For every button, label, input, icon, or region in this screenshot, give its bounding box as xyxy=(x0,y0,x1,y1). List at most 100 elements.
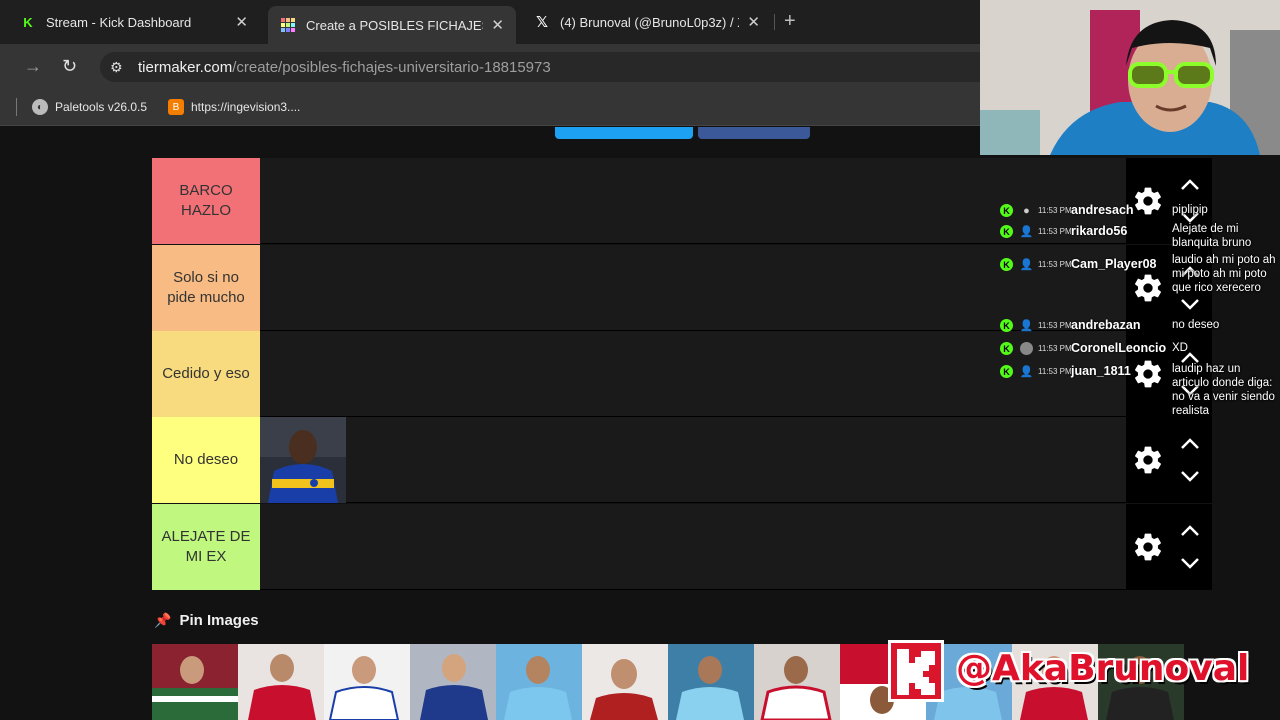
browser-tab-bar: K Stream - Kick Dashboard ✕ Create a POS… xyxy=(0,0,980,44)
chat-text: laudip haz un articulo donde diga: no va… xyxy=(1172,363,1275,417)
tier-label[interactable]: Solo si no pide mucho xyxy=(152,245,260,331)
pin-images-heading: 📌 Pin Images xyxy=(154,612,259,629)
user-icon: 👤 xyxy=(1019,366,1034,378)
player-thumb xyxy=(410,644,496,720)
bookmark-ingevision[interactable]: B https://ingevision3.... xyxy=(168,99,300,115)
pin-images-label: Pin Images xyxy=(179,612,259,629)
close-icon[interactable]: ✕ xyxy=(235,13,248,31)
chat-username: juan_1811 xyxy=(1071,364,1131,378)
user-icon: 👤 xyxy=(1019,320,1034,332)
chat-username: CoronelLeoncio xyxy=(1071,341,1167,355)
gallery-image[interactable] xyxy=(410,644,496,720)
close-icon[interactable]: ✕ xyxy=(747,13,760,31)
webcam-feed xyxy=(980,0,1280,155)
chevron-up-icon[interactable] xyxy=(1179,524,1201,538)
kick-badge-icon: K xyxy=(1000,204,1013,217)
tier-label[interactable]: ALEJATE DE MI EX xyxy=(152,504,260,590)
bookmark-paletools[interactable]: ◐ Paletools v26.0.5 xyxy=(32,99,147,115)
omnibox[interactable]: ⚙ tiermaker.com/create/posibles-fichajes… xyxy=(100,52,980,82)
site-settings-icon[interactable]: ⚙ xyxy=(110,59,128,76)
player-photo xyxy=(260,417,346,503)
chevron-down-icon[interactable] xyxy=(1179,469,1201,483)
chat-time: 11:53 PM xyxy=(1038,260,1072,269)
watermark-handle: @AkaBrunoval xyxy=(956,648,1250,689)
blogger-icon: B xyxy=(168,99,184,115)
chat-time: 11:53 PM xyxy=(1038,206,1072,215)
chat-time: 11:53 PM xyxy=(1038,367,1072,376)
gallery-image[interactable] xyxy=(238,644,324,720)
chat-time: 11:53 PM xyxy=(1038,344,1072,353)
kick-badge-icon: K xyxy=(1000,342,1013,355)
chevron-up-icon[interactable] xyxy=(1179,178,1201,192)
chat-time: 11:53 PM xyxy=(1038,321,1072,330)
player-thumb xyxy=(582,644,668,720)
gallery-image[interactable] xyxy=(754,644,840,720)
url-path: /create/posibles-fichajes-universitario-… xyxy=(232,58,551,76)
kick-badge-icon: K xyxy=(1000,319,1013,332)
tab-title: Create a POSIBLES FICHAJES UN xyxy=(306,17,483,33)
tiermaker-icon xyxy=(280,17,296,33)
tier-label[interactable]: Cedido y eso xyxy=(152,331,260,417)
share-twitter-button[interactable] xyxy=(555,127,693,139)
chat-username: rikardo56 xyxy=(1071,224,1128,238)
tier-label[interactable]: No deseo xyxy=(152,417,260,503)
close-icon[interactable]: ✕ xyxy=(491,16,504,34)
bookmarks-bar: ◐ Paletools v26.0.5 B https://ingevision… xyxy=(0,90,980,126)
tier-controls xyxy=(1126,504,1212,590)
tab-title: Stream - Kick Dashboard xyxy=(46,14,192,30)
tab-kick-dashboard[interactable]: K Stream - Kick Dashboard ✕ xyxy=(8,6,260,38)
chat-text: no deseo xyxy=(1172,319,1220,331)
kick-badge-icon: K xyxy=(1000,225,1013,238)
gallery-image[interactable] xyxy=(496,644,582,720)
webcam-image xyxy=(980,0,1280,155)
url-text[interactable]: tiermaker.com/create/posibles-fichajes-u… xyxy=(138,59,551,76)
kick-logo-icon xyxy=(888,640,944,702)
chat-text: laudio ah mi poto ah mi poto ah mi poto … xyxy=(1172,254,1276,294)
share-facebook-button[interactable] xyxy=(698,127,810,139)
x-icon: 𝕏 xyxy=(535,14,549,31)
bookmark-separator xyxy=(16,98,17,116)
chat-username: andrebazan xyxy=(1071,318,1141,332)
pushpin-icon: 📌 xyxy=(154,612,172,628)
tab-separator xyxy=(774,14,775,30)
stream-chat-overlay: K ● 11:53 PM andresach piplipip K 👤 11:5… xyxy=(996,200,1280,430)
url-domain: tiermaker.com xyxy=(138,58,233,76)
player-thumb xyxy=(496,644,582,720)
kick-badge-icon: K xyxy=(1000,365,1013,378)
gear-icon[interactable] xyxy=(1132,531,1164,563)
gallery-image[interactable] xyxy=(324,644,410,720)
player-card[interactable] xyxy=(260,417,346,503)
gallery-image[interactable] xyxy=(668,644,754,720)
bookmark-label: https://ingevision3.... xyxy=(191,100,301,114)
tab-x-brunoval[interactable]: 𝕏 (4) Brunoval (@BrunoL0p3z) / X ✕ xyxy=(522,6,772,38)
streamer-watermark: @AkaBrunoval xyxy=(888,640,1280,720)
tab-title: (4) Brunoval (@BrunoL0p3z) / X xyxy=(560,14,740,30)
chevron-down-icon[interactable] xyxy=(1179,556,1201,570)
avatar: ● xyxy=(1023,204,1030,217)
user-icon: 👤 xyxy=(1019,259,1034,271)
gallery-image[interactable] xyxy=(582,644,668,720)
chat-username: Cam_Player08 xyxy=(1071,257,1157,271)
chat-text: piplipip xyxy=(1172,204,1208,216)
chevron-up-icon[interactable] xyxy=(1179,437,1201,451)
gear-icon[interactable] xyxy=(1132,444,1164,476)
gallery-image[interactable] xyxy=(152,644,238,720)
chat-text: Alejate de mi blanquita bruno xyxy=(1172,223,1252,249)
bookmark-label: Paletools v26.0.5 xyxy=(55,100,148,114)
chat-time: 11:53 PM xyxy=(1038,227,1072,236)
paletools-icon: ◐ xyxy=(32,99,48,115)
tab-tiermaker[interactable]: Create a POSIBLES FICHAJES UN ✕ xyxy=(268,6,516,44)
chat-username: andresach xyxy=(1071,203,1134,217)
kick-badge-icon: K xyxy=(1000,258,1013,271)
new-tab-button[interactable]: + xyxy=(784,10,796,33)
player-thumb xyxy=(668,644,754,720)
forward-icon[interactable]: → xyxy=(24,56,42,77)
reload-icon[interactable]: ↻ xyxy=(62,56,77,77)
chat-text: XD xyxy=(1172,342,1188,354)
tier-row[interactable]: ALEJATE DE MI EX xyxy=(152,504,1212,590)
tier-label[interactable]: BARCO HAZLO xyxy=(152,158,260,244)
player-thumb xyxy=(238,644,324,720)
player-thumb xyxy=(152,644,238,720)
kick-icon: K xyxy=(23,14,33,30)
user-icon: 👤 xyxy=(1019,226,1034,238)
